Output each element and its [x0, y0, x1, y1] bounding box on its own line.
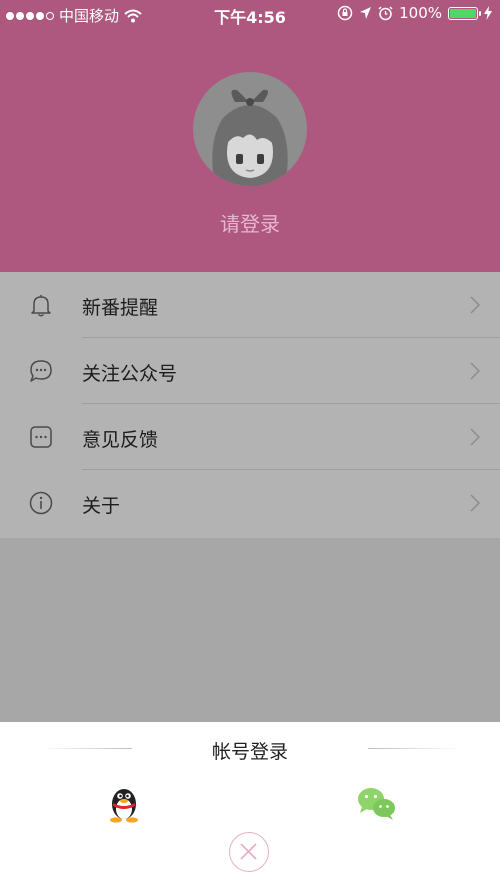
- default-avatar-illustration-icon: [212, 89, 288, 186]
- battery-level-fill: [450, 8, 476, 18]
- menu-item-label: 关注公众号: [82, 363, 178, 385]
- status-bar: 中国移动 下午4:56 100%: [0, 0, 500, 28]
- menu-item-about[interactable]: 关于: [0, 470, 500, 536]
- menu-item-label: 意见反馈: [82, 429, 159, 451]
- feedback-icon: [30, 426, 52, 448]
- menu-item-feedback[interactable]: 意见反馈: [0, 404, 500, 470]
- info-icon: [29, 491, 53, 515]
- close-button[interactable]: [229, 832, 269, 872]
- location-arrow-icon: [360, 7, 372, 19]
- battery-percent: 100%: [399, 4, 442, 22]
- status-right: 100%: [337, 4, 492, 22]
- chevron-right-icon: [470, 296, 480, 314]
- menu-item-label: 关于: [82, 495, 121, 517]
- qq-login-button[interactable]: [105, 782, 143, 824]
- charging-bolt-icon: [484, 6, 492, 20]
- chevron-right-icon: [470, 494, 480, 512]
- menu-item-follow-official-account[interactable]: 关注公众号: [0, 338, 500, 404]
- menu-item-label: 新番提醒: [82, 297, 159, 319]
- sheet-title: 帐号登录: [211, 741, 288, 763]
- alarm-clock-icon: [378, 5, 393, 20]
- qq-penguin-icon: [110, 789, 138, 823]
- menu-item-new-anime-reminder[interactable]: 新番提醒: [0, 272, 500, 338]
- account-login-sheet: 帐号登录: [0, 722, 500, 890]
- avatar[interactable]: [193, 72, 307, 186]
- rotation-lock-icon: [337, 5, 353, 21]
- wechat-icon: [358, 788, 395, 820]
- profile-header: 请登录: [0, 0, 500, 272]
- chevron-right-icon: [470, 362, 480, 380]
- login-prompt[interactable]: 请登录: [0, 208, 500, 237]
- close-icon: [240, 843, 257, 860]
- wechat-login-button[interactable]: [356, 786, 398, 822]
- divider: [368, 748, 460, 749]
- bell-icon: [31, 295, 51, 317]
- chat-bubble-icon: [30, 360, 52, 382]
- battery-icon: [448, 6, 481, 20]
- settings-menu: 新番提醒 关注公众号 意见反馈 关于: [0, 272, 500, 538]
- chevron-right-icon: [470, 428, 480, 446]
